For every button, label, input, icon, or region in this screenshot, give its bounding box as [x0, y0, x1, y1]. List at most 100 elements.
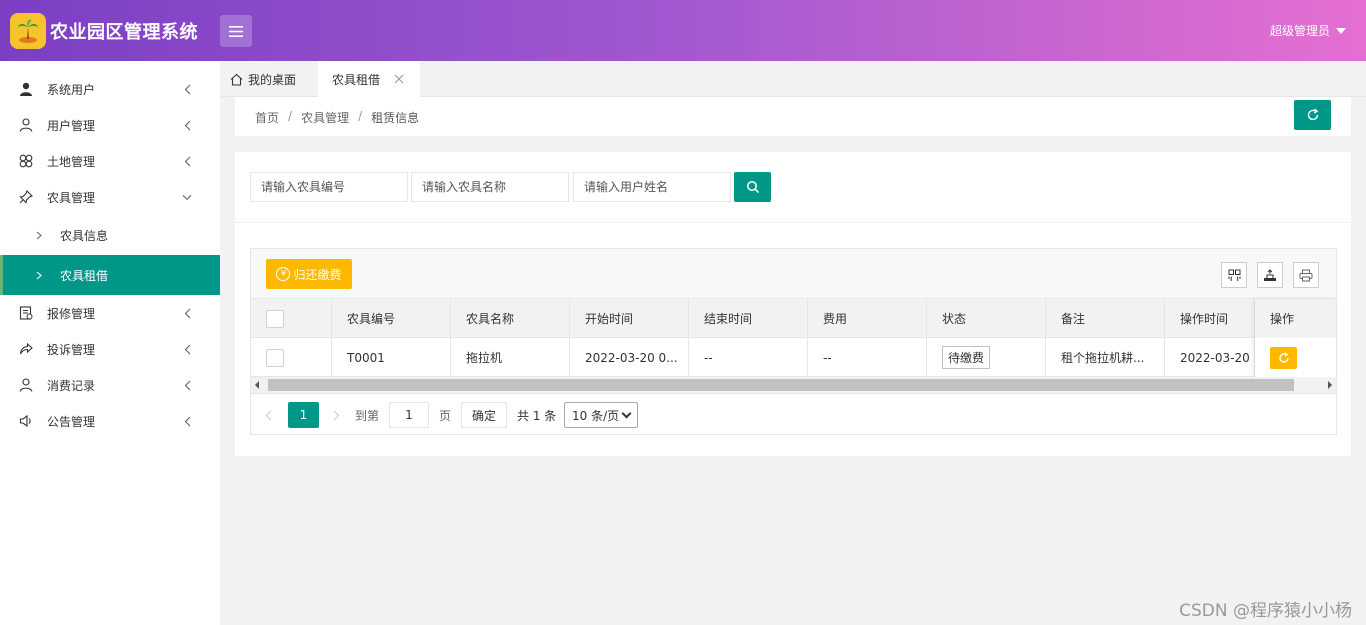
sidebar-item-complaint-management[interactable]: 投诉管理: [0, 331, 220, 367]
chevron-right-icon: [36, 270, 44, 280]
logo: 农业园区管理系统: [10, 13, 198, 49]
tab-bar: 我的桌面 农具租借: [220, 61, 1366, 97]
page-unit-label: 页: [439, 408, 452, 423]
user-name-input[interactable]: [573, 172, 731, 202]
cell-tool-code: T0001: [332, 338, 451, 377]
sidebar-subitem-label: 农具租借: [60, 268, 109, 283]
sidebar-item-label: 系统用户: [47, 82, 96, 97]
user-menu[interactable]: 超级管理员: [1270, 22, 1346, 39]
cell-actions: [1255, 338, 1336, 377]
breadcrumb-bar: 首页 / 农具管理 / 租赁信息: [235, 97, 1351, 137]
horizontal-scrollbar[interactable]: [251, 377, 1336, 394]
chevron-left-icon: [182, 308, 192, 318]
sidebar-item-land-management[interactable]: 土地管理: [0, 143, 220, 179]
breadcrumb: 首页 / 农具管理 / 租赁信息: [255, 109, 419, 126]
pagination: 1 到第 1 页 确定 共 1 条 10 条/页: [251, 395, 1336, 434]
row-select-cell: [251, 338, 332, 377]
next-page-button[interactable]: [333, 402, 340, 428]
goto-page-input[interactable]: 1: [389, 402, 429, 428]
sidebar-item-system-users[interactable]: 系统用户: [0, 71, 220, 107]
sidebar-subitem-tool-rental[interactable]: 农具租借: [0, 255, 220, 295]
content-card: ¥ 归还缴费 农具编号 农具名称 开始时间 结束时间 费用 状态 备注 操作时间: [235, 152, 1351, 456]
chevron-down-icon: [182, 192, 192, 202]
close-icon[interactable]: [394, 74, 404, 84]
tab-label: 农具租借: [332, 72, 381, 87]
page-size-select[interactable]: 10 条/页: [564, 402, 638, 428]
chevron-left-icon: [182, 120, 192, 130]
sidebar-item-announcement-management[interactable]: 公告管理: [0, 403, 220, 439]
return-action-button[interactable]: [1270, 346, 1297, 369]
refresh-button[interactable]: [1294, 100, 1331, 130]
goto-label: 到第: [355, 408, 380, 423]
column-header[interactable]: 状态: [927, 299, 1046, 338]
scroll-left-icon[interactable]: [255, 381, 259, 389]
clover-icon: [18, 153, 34, 169]
column-header[interactable]: 农具编号: [332, 299, 451, 338]
scroll-right-icon[interactable]: [1328, 381, 1332, 389]
return-pay-button[interactable]: ¥ 归还缴费: [266, 259, 352, 289]
row-checkbox[interactable]: [266, 348, 284, 367]
chevron-down-icon: [621, 408, 632, 419]
column-header[interactable]: 费用: [808, 299, 927, 338]
breadcrumb-home[interactable]: 首页: [255, 109, 279, 126]
chevron-left-icon: [182, 156, 192, 166]
caret-down-icon: [1336, 27, 1346, 34]
export-button[interactable]: [1257, 262, 1283, 288]
cell-fee: --: [808, 338, 927, 377]
user-outline-icon: [18, 117, 34, 133]
share-arrow-icon: [18, 341, 34, 357]
column-header[interactable]: 操作时间: [1165, 299, 1255, 338]
sidebar-item-label: 土地管理: [47, 154, 96, 169]
hamburger-icon: [229, 25, 243, 37]
cell-op-time: 2022-03-20 0...: [1165, 338, 1255, 377]
cell-note: 租个拖拉机耕...: [1046, 338, 1165, 377]
refresh-icon: [1307, 108, 1318, 121]
palm-tree-icon: [10, 13, 46, 49]
scrollbar-thumb[interactable]: [268, 379, 1294, 391]
cell-end-time: --: [689, 338, 808, 377]
watermark: CSDN @程序猿小小杨: [1179, 601, 1352, 621]
breadcrumb-separator: /: [288, 109, 293, 123]
print-button[interactable]: [1293, 262, 1319, 288]
breadcrumb-tool-management[interactable]: 农具管理: [301, 109, 349, 126]
sidebar-item-consumption-records[interactable]: 消费记录: [0, 367, 220, 403]
column-header[interactable]: 备注: [1046, 299, 1165, 338]
sidebar-item-label: 农具管理: [47, 190, 96, 205]
cell-start-time: 2022-03-20 0...: [570, 338, 689, 377]
column-header[interactable]: 农具名称: [451, 299, 570, 338]
columns-filter-button[interactable]: [1221, 262, 1247, 288]
sidebar-subitem-tool-info[interactable]: 农具信息: [0, 215, 220, 255]
divider: [235, 222, 1351, 223]
printer-icon: [1299, 269, 1313, 281]
page-number-current[interactable]: 1: [288, 402, 319, 428]
top-header: 农业园区管理系统 超级管理员: [0, 0, 1366, 61]
return-pay-label: 归还缴费: [293, 267, 342, 282]
goto-confirm-button[interactable]: 确定: [461, 402, 507, 428]
sidebar-item-label: 投诉管理: [47, 342, 96, 357]
tab-tool-rental[interactable]: 农具租借: [318, 61, 420, 97]
search-button[interactable]: [734, 172, 771, 202]
sidebar-item-label: 用户管理: [47, 118, 96, 133]
menu-toggle-button[interactable]: [220, 15, 252, 47]
sidebar-item-label: 公告管理: [47, 414, 96, 429]
chevron-left-icon: [182, 380, 192, 390]
chevron-right-icon: [333, 410, 340, 420]
tool-code-input[interactable]: [250, 172, 408, 202]
select-all-checkbox[interactable]: [266, 309, 284, 328]
sidebar-item-tool-management[interactable]: 农具管理: [0, 179, 220, 215]
sidebar-item-repair-management[interactable]: 报修管理: [0, 295, 220, 331]
app-title: 农业园区管理系统: [50, 22, 198, 43]
tool-name-input[interactable]: [411, 172, 569, 202]
home-icon: [230, 73, 243, 86]
cell-tool-name: 拖拉机: [451, 338, 570, 377]
tab-label: 我的桌面: [248, 72, 297, 87]
column-header[interactable]: 开始时间: [570, 299, 689, 338]
prev-page-button[interactable]: [265, 402, 272, 428]
table-row[interactable]: T0001 拖拉机 2022-03-20 0... -- -- 待缴费 租个拖拉…: [251, 338, 1336, 377]
user-filled-icon: [18, 81, 34, 97]
column-header[interactable]: 结束时间: [689, 299, 808, 338]
tab-home[interactable]: 我的桌面: [230, 61, 296, 97]
repair-form-icon: [18, 305, 34, 321]
total-count: 共 1 条: [517, 408, 557, 423]
sidebar-item-user-management[interactable]: 用户管理: [0, 107, 220, 143]
